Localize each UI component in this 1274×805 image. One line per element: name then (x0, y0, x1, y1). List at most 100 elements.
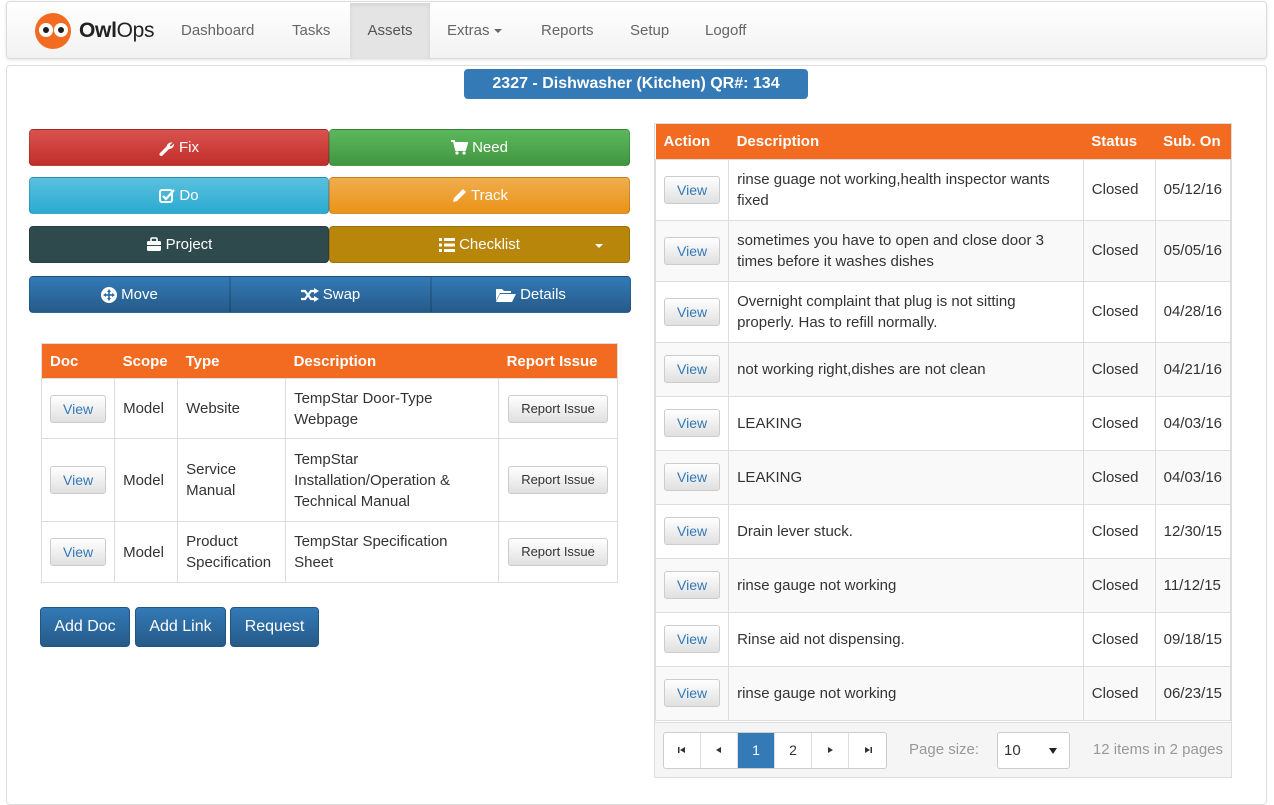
view-doc-button[interactable]: View (50, 466, 107, 494)
description-cell: rinse gauge not working (728, 665, 1084, 721)
nav-dashboard[interactable]: Dashboard (165, 3, 270, 59)
brand-name: OwlOps (79, 19, 155, 42)
pager-buttons: 1 2 (663, 732, 887, 769)
column-header: Scope (114, 343, 178, 379)
description-cell: rinse guage not working,health inspector… (728, 158, 1084, 221)
view-doc-button[interactable]: View (50, 394, 107, 423)
view-entry-button[interactable]: View (664, 297, 721, 326)
do-button[interactable]: Do (29, 177, 329, 214)
page-1-button[interactable]: 1 (738, 733, 775, 768)
fix-button[interactable]: Fix (29, 129, 329, 166)
report-issue-button[interactable]: Report Issue (508, 538, 608, 566)
date-cell: 12/30/15 (1154, 503, 1232, 559)
pager: 1 2 Page size: 10 12 items in 2 pages (655, 722, 1231, 777)
page-size-select[interactable]: 10 (997, 732, 1070, 769)
view-entry-button[interactable]: View (664, 409, 721, 437)
page-size-label: Page size: (909, 741, 980, 758)
report-issue-button[interactable]: Report Issue (508, 394, 608, 423)
date-cell: 04/21/16 (1154, 341, 1232, 397)
description-cell: LEAKING (728, 395, 1084, 451)
nav-assets[interactable]: Assets (350, 3, 430, 59)
view-entry-button[interactable]: View (664, 571, 721, 599)
scope-cell: Model (114, 438, 179, 522)
shopping-cart-icon (451, 140, 469, 155)
status-cell: Closed (1082, 158, 1156, 221)
table-row: View LEAKING Closed 04/03/16 (654, 395, 1232, 451)
table-row: View Rinse aid not dispensing. Closed 09/18… (654, 611, 1232, 667)
nav-extras[interactable]: Extras (431, 3, 518, 59)
table-row: View rinse gauge not working Closed 06/23/1… (654, 665, 1232, 721)
description-cell: Rinse aid not dispensing. (728, 611, 1084, 667)
report-issue-button[interactable]: Report Issue (508, 466, 608, 494)
view-entry-button[interactable]: View (664, 517, 721, 545)
add-doc-button[interactable]: Add Doc (40, 607, 130, 647)
column-header: Description (728, 124, 1084, 159)
column-header: Description (285, 343, 499, 379)
first-page-icon[interactable] (664, 733, 701, 768)
table-row: View Model Service Manual TempStar Insta… (40, 438, 618, 522)
nav-setup[interactable]: Setup (614, 3, 685, 59)
move-arrows-icon (101, 286, 118, 303)
top-navbar: OwlOps Dashboard Tasks Assets Extras Rep… (6, 1, 1267, 59)
date-cell: 04/03/16 (1154, 395, 1232, 451)
track-button[interactable]: Track (329, 177, 630, 214)
description-cell: not working right,dishes are not clean (728, 341, 1084, 397)
view-entry-button[interactable]: View (664, 625, 721, 653)
chevron-down-icon (493, 29, 502, 34)
dropdown-arrow-icon (1049, 748, 1057, 754)
last-page-icon[interactable] (849, 733, 886, 768)
chevron-down-icon (595, 244, 603, 248)
page-2-button[interactable]: 2 (775, 733, 812, 768)
date-cell: 06/23/15 (1154, 665, 1232, 721)
nav-logoff[interactable]: Logoff (689, 3, 762, 59)
date-cell: 05/12/16 (1154, 158, 1232, 221)
details-button[interactable]: Details (431, 276, 631, 313)
status-cell: Closed (1082, 611, 1156, 667)
table-row: View sometimes you have to open and close… (654, 219, 1232, 282)
type-cell: Website (177, 378, 287, 439)
add-link-button[interactable]: Add Link (135, 607, 226, 647)
description-cell: Drain lever stuck. (728, 503, 1084, 559)
view-entry-button[interactable]: View (664, 236, 721, 265)
status-cell: Closed (1082, 503, 1156, 559)
status-cell: Closed (1082, 280, 1156, 343)
previous-page-icon[interactable] (701, 733, 738, 768)
pencil-icon (451, 188, 467, 204)
move-button[interactable]: Move (29, 276, 230, 313)
need-button[interactable]: Need (329, 129, 630, 166)
project-button[interactable]: Project (29, 226, 329, 263)
next-page-icon[interactable] (812, 733, 849, 768)
table-row: View Overnight complaint that plug is not… (654, 280, 1232, 343)
view-entry-button[interactable]: View (664, 355, 721, 383)
shuffle-icon (300, 287, 319, 302)
asset-title-badge: 2327 - Dishwasher (Kitchen) QR#: 134 (464, 69, 808, 99)
status-cell: Closed (1082, 557, 1156, 613)
column-header: Doc (41, 343, 115, 379)
table-row: View not working right,dishes are not cle… (654, 341, 1232, 397)
status-cell: Closed (1082, 449, 1156, 505)
status-cell: Closed (1082, 665, 1156, 721)
documents-table-header: Doc Scope Type Description Report Issue (41, 343, 618, 379)
check-square-icon (159, 188, 176, 204)
folder-open-icon (496, 288, 517, 302)
request-button[interactable]: Request (230, 607, 319, 647)
wrench-icon (159, 140, 175, 156)
table-row: View rinse gauge not working Closed 11/12/1… (654, 557, 1232, 613)
description-cell: sometimes you have to open and close doo… (728, 219, 1084, 282)
view-doc-button[interactable]: View (50, 538, 107, 566)
date-cell: 09/18/15 (1154, 611, 1232, 667)
owl-logo-icon (31, 11, 77, 51)
view-entry-button[interactable]: View (664, 679, 721, 707)
view-entry-button[interactable]: View (664, 463, 721, 491)
brand-logo[interactable]: OwlOps (31, 11, 155, 51)
swap-button[interactable]: Swap (230, 276, 431, 313)
checklist-dropdown-button[interactable]: Checklist (329, 226, 630, 263)
description-cell: LEAKING (728, 449, 1084, 505)
date-cell: 04/28/16 (1154, 280, 1232, 343)
history-table-header: Action Description Status Sub. On (655, 124, 1231, 159)
date-cell: 05/05/16 (1154, 219, 1232, 282)
briefcase-icon (146, 237, 162, 252)
nav-tasks[interactable]: Tasks (276, 3, 346, 59)
nav-reports[interactable]: Reports (525, 3, 610, 59)
view-entry-button[interactable]: View (664, 175, 721, 204)
